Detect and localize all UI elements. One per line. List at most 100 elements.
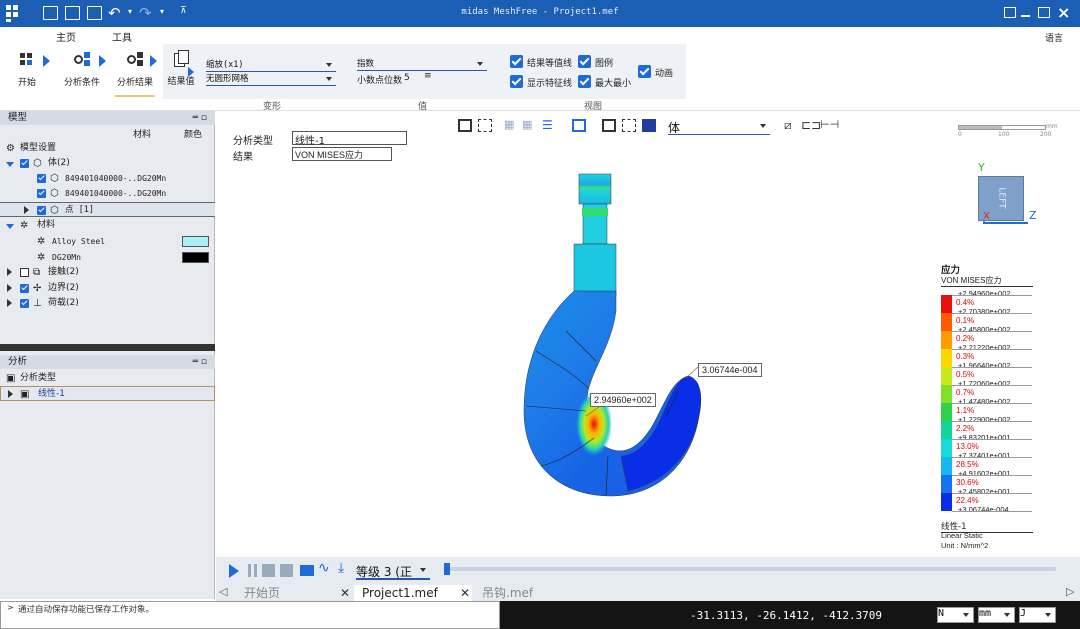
body-2-checkbox[interactable] (37, 189, 46, 198)
clip-icon[interactable]: ⊏⊐ (801, 118, 821, 132)
axis-z-label: Z (1029, 209, 1037, 222)
maxmin-checkbox[interactable] (578, 75, 591, 88)
panel-pin-icon[interactable]: ═ ▫ (193, 355, 207, 369)
feature-lines-checkbox[interactable] (510, 75, 523, 88)
collapse-arrow-icon[interactable] (7, 268, 16, 276)
tab-tools[interactable]: 工具 (112, 29, 132, 44)
maximize-icon[interactable] (1038, 7, 1050, 18)
panel-splitter[interactable] (0, 344, 215, 351)
loads-checkbox[interactable] (20, 299, 29, 308)
collapse-arrow-icon[interactable] (8, 390, 17, 398)
energy-unit-select[interactable]: J (1019, 607, 1056, 623)
doc-tab-start-page[interactable]: 开始页 ✕ (234, 585, 352, 601)
level-select[interactable]: 等级 3 (正 (356, 563, 430, 580)
material-icon: ✲ (37, 236, 46, 247)
tree-materials[interactable]: ✲ 材料 (0, 218, 215, 233)
tree-boundaries[interactable]: ✢ 边界(2) (0, 281, 215, 296)
tree-bodies[interactable]: ⬡ 体(2) (0, 156, 215, 171)
boundaries-checkbox[interactable] (20, 284, 29, 293)
restore-window-icon[interactable] (1004, 7, 1016, 18)
ribbon-arrow-icon (43, 55, 56, 67)
points-checkbox[interactable] (37, 206, 46, 215)
material-1-color-swatch[interactable] (182, 236, 209, 247)
camera-icon[interactable] (300, 565, 314, 576)
expand-arrow-icon[interactable] (6, 224, 14, 233)
legend-tick (952, 457, 1032, 458)
zoom-fit-icon[interactable] (622, 119, 636, 132)
animation-slider[interactable] (444, 563, 1056, 575)
tab-scroll-right-icon[interactable]: ▷ (1066, 585, 1074, 598)
close-tab-icon[interactable]: ✕ (460, 585, 470, 601)
zoom-window-icon[interactable] (602, 119, 616, 132)
legend-color-band (941, 421, 952, 439)
select-mode-icon[interactable]: ▦ (504, 118, 518, 132)
decimal-spinner-icon[interactable]: ≡ (424, 71, 432, 81)
material-2-color-swatch[interactable] (182, 252, 209, 263)
download-icon[interactable]: ⤓ (338, 560, 344, 576)
tab-scroll-left-icon[interactable]: ◁ (219, 585, 227, 598)
measure-icon[interactable]: ⊢⊣ (820, 118, 839, 131)
fit-view-icon[interactable] (572, 119, 586, 132)
rotate-icon[interactable] (642, 119, 656, 132)
animate-checkbox[interactable] (638, 65, 651, 78)
contour-checkbox[interactable] (510, 55, 523, 68)
tree-model-settings[interactable]: ⚙ 模型设置 (0, 141, 215, 156)
bodies-checkbox[interactable] (20, 159, 29, 168)
record-icon[interactable] (280, 564, 293, 577)
length-unit-select[interactable]: mm (978, 607, 1015, 623)
expand-arrow-icon[interactable] (6, 162, 14, 171)
section-icon[interactable]: ⧄ (784, 118, 792, 133)
legend-color-band (941, 457, 952, 475)
slider-handle[interactable] (444, 563, 450, 575)
tree-body-2[interactable]: ⬡ 849401040000-..DG20Mn (0, 186, 215, 201)
view-cube[interactable]: Y LEFT X Z (971, 161, 1041, 231)
contact-icon: ⧉ (33, 267, 41, 278)
tree-body-1[interactable]: ⬡ 849401040000-..DG20Mn (0, 171, 215, 186)
hook-shank (573, 243, 617, 297)
display-mode-select[interactable]: 体 (668, 119, 770, 135)
minimize-icon[interactable] (1021, 15, 1030, 17)
3d-viewport[interactable]: 分析类型 线性-1 结果 VON MISES应力 ▦ ▦ ☰ 体 ⧄ ⊏⊐ ⊢⊣… (216, 111, 1080, 557)
legend-percent: 0.3% (956, 352, 975, 361)
tree-analysis-type[interactable]: ▣ 分析类型 (0, 371, 215, 386)
list-icon[interactable]: ☰ (542, 118, 553, 132)
result-label: 结果 (233, 152, 253, 163)
select-filter-icon[interactable]: ▦ (522, 118, 536, 132)
hook-shank-top (578, 173, 612, 205)
stop-icon[interactable] (262, 564, 275, 577)
force-unit-select[interactable]: N (937, 607, 974, 623)
tree-analysis-case[interactable]: ▣ 线性-1 (0, 386, 215, 401)
deform-scale-select[interactable]: 缩放(x1) (206, 58, 336, 72)
collapse-arrow-icon[interactable] (24, 206, 33, 214)
tree-points[interactable]: ⬡ 点 [1] (0, 202, 215, 217)
collapse-arrow-icon[interactable] (7, 299, 16, 307)
doc-tab-project1[interactable]: Project1.mef ✕ (354, 585, 472, 601)
close-tab-icon[interactable]: ✕ (340, 585, 350, 601)
start-button[interactable]: 开始 (12, 51, 42, 88)
mesh-display-select[interactable]: 无圆形网格 (206, 72, 336, 86)
tree-loads[interactable]: ⊥ 荷载(2) (0, 296, 215, 311)
tree-material-1[interactable]: ✲ Alloy Steel (0, 234, 215, 249)
play-icon[interactable] (229, 564, 239, 578)
contacts-checkbox[interactable] (20, 268, 29, 277)
wave-icon[interactable]: ∿ (318, 560, 330, 576)
scale-label-100: 100 (998, 131, 1010, 138)
tree-contacts[interactable]: ⧉ 接触(2) (0, 265, 215, 280)
box-select-icon[interactable] (458, 119, 472, 132)
legend-percent: 30.6% (956, 478, 979, 487)
hook-model[interactable] (466, 166, 716, 506)
panel-pin-icon[interactable]: ═ ▫ (193, 111, 207, 125)
pause-icon[interactable] (248, 564, 257, 577)
window-select-icon[interactable] (478, 119, 492, 132)
close-icon[interactable]: × (1057, 3, 1070, 22)
collapse-arrow-icon[interactable] (7, 284, 16, 292)
decimal-value[interactable]: 5 (404, 73, 410, 83)
value-format-select[interactable]: 指数 (357, 57, 487, 71)
analysis-conditions-button[interactable]: 分析条件 (60, 51, 104, 88)
tree-material-2[interactable]: ✲ DG20Mn (0, 250, 215, 265)
analysis-results-button[interactable]: 分析结果 (115, 51, 155, 97)
doc-tab-hook[interactable]: 吊钩.mef (474, 585, 592, 601)
body-1-checkbox[interactable] (37, 174, 46, 183)
legend-checkbox[interactable] (578, 55, 591, 68)
stress-legend: 应力 VON MISES应力 +2.94960e+002 +2.70380e+00… (941, 262, 1033, 552)
